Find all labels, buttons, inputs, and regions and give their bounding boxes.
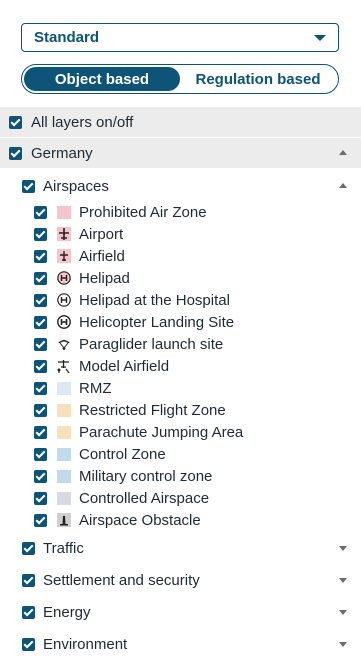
category-label: Environment bbox=[43, 635, 128, 653]
collapse-arrow-icon[interactable] bbox=[339, 183, 347, 188]
obstacle-icon bbox=[56, 513, 71, 527]
layer-checkbox[interactable] bbox=[34, 491, 47, 505]
paraglider-icon bbox=[56, 338, 71, 351]
category-row[interactable]: Traffic bbox=[0, 537, 361, 559]
layer-label: Parachute Jumping Area bbox=[79, 423, 244, 441]
color-swatch-icon bbox=[56, 491, 71, 505]
color-swatch-icon bbox=[56, 403, 71, 417]
layer-label: Helipad bbox=[79, 269, 130, 287]
layer-checkbox[interactable] bbox=[34, 315, 47, 329]
small-airplane-icon bbox=[56, 249, 71, 263]
helicopter-landing-icon bbox=[56, 315, 71, 329]
category-checkbox[interactable] bbox=[22, 637, 35, 651]
hospital-helipad-icon bbox=[56, 293, 71, 307]
layer-row[interactable]: Model Airfield bbox=[0, 355, 361, 377]
layer-row[interactable]: Airspace Obstacle bbox=[0, 509, 361, 531]
airspaces-row[interactable]: Airspaces bbox=[0, 175, 361, 197]
layer-row[interactable]: Controlled Airspace bbox=[0, 487, 361, 509]
mode-toggle[interactable]: Object based Regulation based bbox=[21, 64, 339, 94]
layer-row[interactable]: RMZ bbox=[0, 377, 361, 399]
model-airfield-icon bbox=[56, 360, 71, 373]
category-checkbox[interactable] bbox=[22, 541, 35, 555]
category-label: Energy bbox=[43, 603, 91, 621]
layer-label: Controlled Airspace bbox=[79, 489, 210, 507]
layer-checkbox[interactable] bbox=[34, 359, 47, 373]
color-swatch-icon bbox=[56, 425, 71, 439]
category-label: Traffic bbox=[43, 539, 84, 557]
germany-label: Germany bbox=[31, 144, 93, 162]
color-swatch-icon bbox=[56, 205, 71, 219]
helipad-icon bbox=[56, 271, 71, 285]
expand-arrow-icon[interactable] bbox=[339, 546, 347, 551]
layer-checkbox[interactable] bbox=[34, 227, 47, 241]
layer-checkbox[interactable] bbox=[34, 337, 47, 351]
layer-row[interactable]: Restricted Flight Zone bbox=[0, 399, 361, 421]
layer-checkbox[interactable] bbox=[34, 271, 47, 285]
layer-checkbox[interactable] bbox=[34, 425, 47, 439]
layer-label: Airspace Obstacle bbox=[79, 511, 201, 529]
object-based-option[interactable]: Object based bbox=[24, 67, 180, 91]
airspaces-checkbox[interactable] bbox=[22, 179, 35, 193]
layer-row[interactable]: Helipad at the Hospital bbox=[0, 289, 361, 311]
layer-label: Control Zone bbox=[79, 445, 166, 463]
layer-row[interactable]: Helipad bbox=[0, 267, 361, 289]
layer-label: Model Airfield bbox=[79, 357, 170, 375]
category-row[interactable]: Environment bbox=[0, 633, 361, 655]
all-layers-checkbox[interactable] bbox=[9, 115, 22, 129]
layer-row[interactable]: Military control zone bbox=[0, 465, 361, 487]
layer-row[interactable]: Parachute Jumping Area bbox=[0, 421, 361, 443]
layer-label: Paraglider launch site bbox=[79, 335, 224, 353]
layer-checkbox[interactable] bbox=[34, 447, 47, 461]
map-style-select[interactable]: Standard bbox=[21, 23, 339, 52]
chevron-down-icon bbox=[314, 34, 326, 41]
airplane-icon bbox=[56, 227, 71, 241]
layer-label: Airfield bbox=[79, 247, 125, 265]
layer-checkbox[interactable] bbox=[34, 403, 47, 417]
layer-row[interactable]: Paraglider launch site bbox=[0, 333, 361, 355]
category-row[interactable]: Settlement and security bbox=[0, 569, 361, 591]
layer-label: Military control zone bbox=[79, 467, 213, 485]
layer-label: Restricted Flight Zone bbox=[79, 401, 226, 419]
layer-checkbox[interactable] bbox=[34, 513, 47, 527]
layer-row[interactable]: Control Zone bbox=[0, 443, 361, 465]
layer-label: RMZ bbox=[79, 379, 112, 397]
all-layers-row[interactable]: All layers on/off bbox=[0, 107, 361, 137]
layer-checkbox[interactable] bbox=[34, 469, 47, 483]
expand-arrow-icon[interactable] bbox=[339, 642, 347, 647]
airspaces-label: Airspaces bbox=[43, 177, 109, 195]
regulation-based-option[interactable]: Regulation based bbox=[180, 67, 336, 91]
layer-checkbox[interactable] bbox=[34, 381, 47, 395]
expand-arrow-icon[interactable] bbox=[339, 610, 347, 615]
layer-row[interactable]: Prohibited Air Zone bbox=[0, 201, 361, 223]
layer-checkbox[interactable] bbox=[34, 293, 47, 307]
layer-row[interactable]: Airfield bbox=[0, 245, 361, 267]
layer-label: Prohibited Air Zone bbox=[79, 203, 207, 221]
layer-label: Helipad at the Hospital bbox=[79, 291, 230, 309]
layer-row[interactable]: Helicopter Landing Site bbox=[0, 311, 361, 333]
category-label: Settlement and security bbox=[43, 571, 200, 589]
category-row[interactable]: Energy bbox=[0, 601, 361, 623]
layer-label: Airport bbox=[79, 225, 124, 243]
color-swatch-icon bbox=[56, 381, 71, 395]
layer-label: Helicopter Landing Site bbox=[79, 313, 235, 331]
collapse-arrow-icon[interactable] bbox=[339, 150, 347, 155]
color-swatch-icon bbox=[56, 469, 71, 483]
expand-arrow-icon[interactable] bbox=[339, 578, 347, 583]
layer-checkbox[interactable] bbox=[34, 205, 47, 219]
germany-row[interactable]: Germany bbox=[0, 138, 361, 168]
color-swatch-icon bbox=[56, 447, 71, 461]
map-style-value: Standard bbox=[34, 29, 100, 46]
category-checkbox[interactable] bbox=[22, 605, 35, 619]
layer-checkbox[interactable] bbox=[34, 249, 47, 263]
layer-row[interactable]: Airport bbox=[0, 223, 361, 245]
all-layers-label: All layers on/off bbox=[31, 113, 134, 131]
category-checkbox[interactable] bbox=[22, 573, 35, 587]
germany-checkbox[interactable] bbox=[9, 146, 22, 160]
